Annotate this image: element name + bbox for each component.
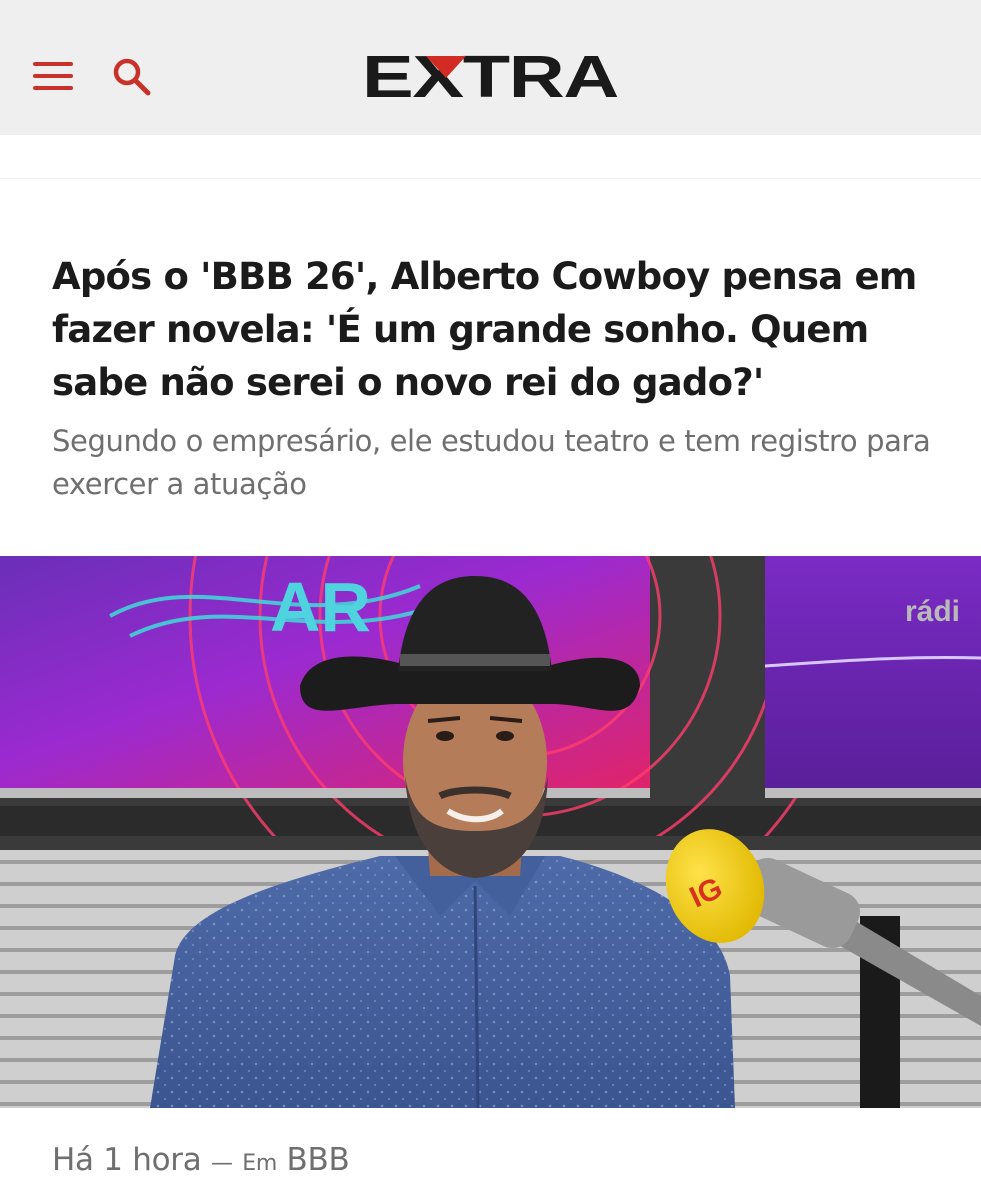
svg-text:EXTRA: EXTRA bbox=[362, 52, 619, 104]
screen-text-right: rádi bbox=[905, 595, 960, 628]
meta-separator: — bbox=[210, 1151, 233, 1176]
screen-text-left: AR bbox=[270, 568, 371, 646]
section-link[interactable]: BBB bbox=[287, 1142, 350, 1178]
article-subtitle: Segundo o empresário, ele estudou teatro… bbox=[52, 424, 931, 501]
top-header: EXTRA bbox=[0, 0, 981, 135]
section-prefix: Em bbox=[242, 1151, 277, 1176]
publish-time: Há 1 hora bbox=[52, 1142, 202, 1178]
article-headline[interactable]: Após o 'BBB 26', Alberto Cowboy pensa em… bbox=[52, 250, 932, 409]
search-icon[interactable] bbox=[110, 55, 154, 99]
header-divider bbox=[0, 178, 981, 179]
hamburger-menu-icon[interactable] bbox=[33, 60, 73, 92]
article-meta: Há 1 hora — Em BBB bbox=[52, 1138, 350, 1186]
extra-logo[interactable]: EXTRA bbox=[362, 44, 620, 110]
article-photo[interactable]: AR rádi IG bbox=[0, 556, 981, 1108]
